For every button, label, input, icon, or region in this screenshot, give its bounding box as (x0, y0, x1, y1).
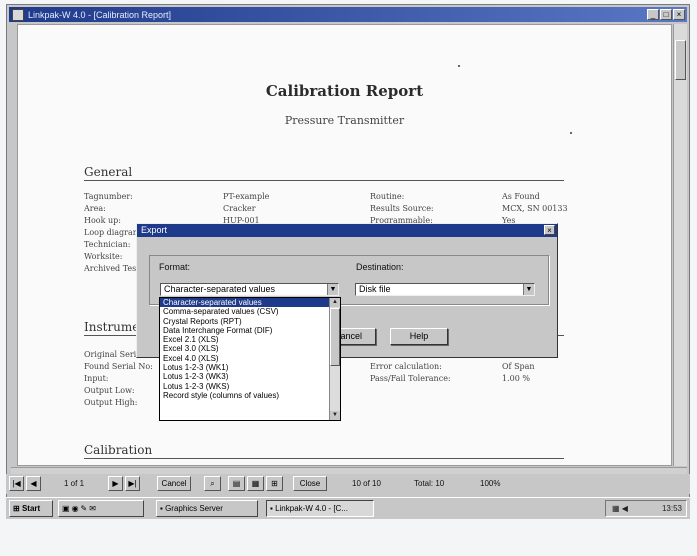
field-label: Loop diagram: (84, 228, 144, 237)
export-icon[interactable]: ▦ (247, 476, 264, 491)
field-label: Results Source: (370, 204, 434, 213)
destination-select-value: Disk file (359, 284, 391, 294)
scroll-thumb[interactable] (675, 40, 686, 80)
close-dialog-button[interactable]: × (544, 225, 555, 235)
browser-icon[interactable]: ◉ (72, 504, 81, 513)
export-dialog-title: Export (141, 225, 168, 235)
format-label: Format: (159, 262, 191, 272)
last-page-icon[interactable]: ▶| (125, 476, 140, 491)
section-divider (84, 180, 564, 181)
previous-page-icon[interactable]: ◀ (26, 476, 41, 491)
minimize-button[interactable]: _ (647, 9, 659, 20)
zoom-icon[interactable]: ⊞ (266, 476, 283, 491)
cancel-print-button[interactable]: Cancel (157, 476, 191, 491)
field-value: Of Span (502, 362, 535, 371)
start-label: Start (21, 504, 41, 513)
field-value: MCX, SN 00133 (502, 204, 568, 213)
system-tray: ▦ ◀ 13:53 (605, 500, 687, 517)
scan-speck (570, 132, 572, 134)
zoom-indicator: 100% (480, 479, 501, 488)
network-icon[interactable]: ▦ (612, 504, 620, 513)
field-label: Area: (84, 204, 106, 213)
format-dropdown-list[interactable]: Character-separated values Comma-separat… (159, 297, 341, 421)
scan-speck (458, 65, 460, 67)
report-subtitle: Pressure Transmitter (284, 114, 405, 127)
field-value: Cracker (223, 204, 256, 213)
total-indicator: Total: 10 (414, 479, 445, 488)
format-option[interactable]: Crystal Reports (RPT) (160, 317, 330, 326)
format-option[interactable]: Data Interchange Format (DIF) (160, 326, 330, 335)
field-label: Pass/Fail Tolerance: (370, 374, 451, 383)
field-value: PT-example (223, 192, 270, 201)
destination-label: Destination: (356, 262, 404, 272)
format-option[interactable]: Record style (columns of values) (160, 391, 330, 400)
printer-icon[interactable]: ▤ (228, 476, 245, 491)
format-option[interactable]: Excel 2.1 (XLS) (160, 335, 330, 344)
taskbar-item-label: Graphics Server (165, 504, 223, 513)
field-label: Hook up: (84, 216, 121, 225)
app-icon: ▪ (160, 504, 163, 513)
scroll-up-icon[interactable]: ▲ (330, 298, 340, 307)
title-bar[interactable]: Linkpak-W 4.0 - [Calibration Report] _ □… (9, 7, 687, 22)
chevron-down-icon[interactable]: ▼ (327, 284, 338, 295)
format-select[interactable]: Character-separated values ▼ (160, 283, 339, 296)
dropdown-scroll-thumb[interactable] (330, 308, 340, 366)
field-label: Output High: (84, 398, 138, 407)
dropdown-scrollbar[interactable]: ▲ ▼ (329, 298, 340, 420)
page-indicator: 1 of 1 (64, 479, 85, 488)
app-icon[interactable] (12, 8, 24, 21)
field-label: Technician: (84, 240, 131, 249)
report-title: Calibration Report (265, 82, 424, 100)
format-option[interactable]: Excel 3.0 (XLS) (160, 344, 330, 353)
format-option[interactable]: Comma-separated values (CSV) (160, 307, 330, 316)
windows-logo-icon: ⊞ (13, 504, 20, 513)
export-dialog-titlebar[interactable]: Export × (137, 224, 557, 237)
chevron-down-icon[interactable]: ▼ (523, 284, 534, 295)
format-option[interactable]: Lotus 1-2-3 (WK1) (160, 363, 330, 372)
close-report-button[interactable]: Close (293, 476, 327, 491)
close-window-button[interactable]: × (673, 9, 685, 20)
taskbar: ⊞ Start ▣◉✎✉ ▪ Graphics Server ▪ Linkpak… (6, 497, 690, 519)
window-title: Linkpak-W 4.0 - [Calibration Report] (28, 9, 172, 20)
scroll-down-icon[interactable]: ▼ (330, 411, 340, 420)
format-option[interactable]: Character-separated values (160, 298, 330, 308)
taskbar-item-linkpak[interactable]: ▪ Linkpak-W 4.0 - [C... (266, 500, 374, 517)
maximize-button[interactable]: □ (660, 9, 672, 20)
search-icon[interactable]: ⌕ (204, 476, 221, 491)
start-button[interactable]: ⊞ Start (9, 500, 53, 517)
records-indicator: 10 of 10 (352, 479, 381, 488)
viewer-toolbar: |◀ ◀ 1 of 1 ▶ ▶| Cancel ⌕ ▤ ▦ ⊞ Close 10… (6, 474, 690, 494)
mail-icon[interactable]: ✉ (89, 504, 98, 513)
field-label: Worksite: (84, 252, 123, 261)
field-label: Routine: (370, 192, 405, 201)
field-label: Error calculation: (370, 362, 442, 371)
taskbar-item-graphics-server[interactable]: ▪ Graphics Server (156, 500, 258, 517)
format-option[interactable]: Lotus 1-2-3 (WK3) (160, 372, 330, 381)
section-divider (84, 458, 564, 459)
field-label: Found Serial No: (84, 362, 153, 371)
help-button[interactable]: Help (390, 328, 448, 345)
field-value: As Found (502, 192, 540, 201)
field-label: Output Low: (84, 386, 135, 395)
field-label: Tagnumber: (84, 192, 133, 201)
vertical-scrollbar[interactable] (673, 24, 687, 466)
section-general: General (84, 165, 133, 179)
next-page-icon[interactable]: ▶ (108, 476, 123, 491)
first-page-icon[interactable]: |◀ (9, 476, 24, 491)
desktop-icon[interactable]: ▣ (62, 504, 72, 513)
format-select-value: Character-separated values (164, 284, 276, 294)
taskbar-item-label: Linkpak-W 4.0 - [C... (275, 504, 348, 513)
field-value: 1.00 % (502, 374, 530, 383)
destination-select[interactable]: Disk file ▼ (355, 283, 535, 296)
section-calibration: Calibration (84, 443, 153, 457)
format-option[interactable]: Lotus 1-2-3 (WKS) (160, 382, 330, 391)
app-icon: ▪ (270, 504, 273, 513)
field-label: Input: (84, 374, 109, 383)
format-option[interactable]: Excel 4.0 (XLS) (160, 354, 330, 363)
clock[interactable]: 13:53 (662, 501, 682, 516)
quick-launch-bar[interactable]: ▣◉✎✉ (58, 500, 144, 517)
volume-icon[interactable]: ◀ (622, 504, 628, 513)
channel-icon[interactable]: ✎ (81, 504, 90, 513)
